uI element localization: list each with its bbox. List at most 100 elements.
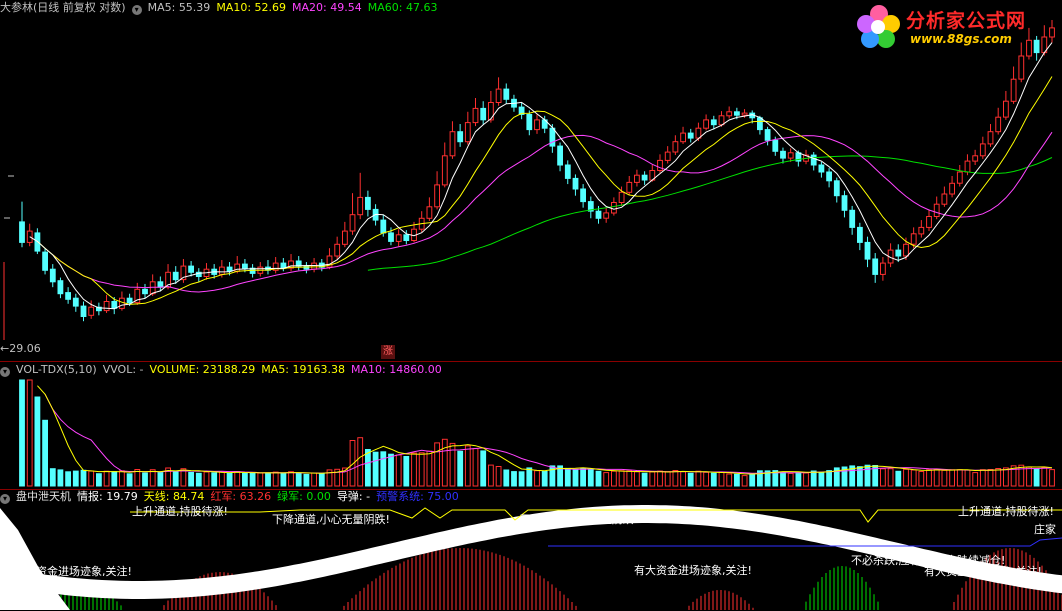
volume-bar — [57, 469, 64, 487]
ma5-label: MA5: — [147, 1, 176, 14]
candle-body — [956, 171, 963, 184]
flower-logo-icon — [857, 5, 900, 48]
price-header: 大参林(日线 前复权 对数) ▾ MA5: 55.39 MA10: 52.69 MA20… — [0, 1, 443, 15]
candle-body — [19, 221, 25, 243]
candle-body — [857, 226, 863, 243]
candle-body — [142, 288, 148, 295]
yujing-readout: 预警系统: 75.00 — [376, 490, 459, 503]
volume-bar — [649, 471, 656, 487]
volume-bar — [695, 470, 702, 487]
candle-body — [703, 119, 710, 129]
candle-body — [103, 301, 110, 312]
candle-body — [388, 232, 394, 242]
low-price-value: 29.06 — [9, 342, 41, 355]
volume-bar — [718, 471, 725, 487]
candle-body — [441, 155, 448, 186]
annotation-zhuangjia: 庄家 — [1034, 523, 1056, 536]
vol-ma5-readout: MA5: 19163.38 — [261, 363, 345, 376]
volume-bar — [1003, 467, 1009, 487]
logo-title: 分析家公式网 — [906, 10, 1027, 32]
volume-bar — [280, 472, 287, 487]
volume-bar — [434, 442, 441, 487]
candle-body — [787, 152, 794, 159]
volume-bar — [818, 471, 825, 487]
annotation-big-money: 有大资金进场迹象,关注! — [14, 565, 132, 578]
volume-bar — [19, 379, 25, 487]
volume-bar — [34, 396, 41, 487]
volume-bar — [464, 445, 471, 487]
vol-ma5-line — [37, 385, 1053, 475]
candle-body — [126, 297, 133, 304]
lvjun-label: 绿军: — [277, 490, 303, 503]
candlestick-chart[interactable] — [0, 0, 1062, 361]
candle-body — [564, 164, 571, 179]
indicator-title: 盘中泄天机 — [16, 490, 71, 503]
volume-bar — [1026, 466, 1032, 487]
volume-bar — [864, 464, 871, 487]
volume-bar — [1041, 467, 1048, 487]
candle-body — [657, 159, 663, 171]
limit-up-badge: 涨 — [381, 345, 395, 359]
candle-body — [833, 180, 840, 197]
ma20-line — [52, 131, 1053, 293]
candle-body — [219, 266, 225, 275]
ma60-line — [367, 155, 1053, 271]
volume-bar — [979, 469, 986, 487]
volume-bar — [226, 472, 233, 487]
volume-bar — [395, 454, 402, 487]
vol-ma10-readout: MA10: 14860.00 — [351, 363, 442, 376]
volume-bar — [618, 470, 625, 487]
candle-body — [933, 203, 940, 217]
volume-bar — [88, 470, 95, 487]
annotation-big-money: 有大资金进场迹象,关注! — [634, 564, 752, 577]
volume-bar — [234, 471, 241, 487]
candle-body — [464, 122, 471, 143]
ma5-readout: MA5: 55.39 — [148, 1, 211, 14]
candle-body — [818, 164, 825, 173]
volume-bar — [72, 470, 79, 487]
candle-body — [457, 131, 464, 143]
candle-body — [380, 219, 387, 234]
volume-bar — [357, 437, 364, 487]
volume-bar — [541, 471, 548, 487]
candle-body — [1003, 100, 1009, 118]
candle-body — [710, 119, 717, 126]
chevron-down-icon[interactable]: ▾ — [0, 494, 10, 504]
qingbao-value: 19.79 — [106, 490, 138, 503]
candle-body — [495, 88, 502, 103]
volume-bar — [534, 470, 540, 487]
volume-bar — [887, 468, 894, 487]
candle-body — [65, 292, 71, 300]
indicator-panel[interactable]: ▾ 盘中泄天机 情报: 19.79 天线: 84.74 红军: 63.26 绿军: 0.0… — [0, 489, 1062, 611]
candle-body — [472, 107, 479, 124]
volume-bar — [933, 468, 940, 487]
candle-body — [926, 216, 932, 228]
volume-bar — [242, 472, 248, 487]
volume-panel[interactable]: ▾ VOL-TDX(5,10) VVOL: - VOLUME: 23188.29 MA5… — [0, 361, 1062, 489]
volume-bar — [810, 470, 817, 487]
volume-chart[interactable] — [0, 362, 1062, 489]
candle-body — [618, 191, 625, 204]
candle-body — [480, 107, 487, 121]
annotation-downtrend: 下降通道,小心无量阴跌! — [520, 513, 638, 526]
candle-body — [526, 114, 533, 131]
candle-body — [841, 195, 848, 211]
vol-title: VOL-TDX(5,10) — [16, 363, 97, 376]
volume-bar — [710, 472, 717, 487]
chevron-down-icon[interactable]: ▾ — [0, 367, 10, 377]
candle-body — [111, 301, 118, 309]
volume-bar — [380, 451, 387, 487]
candle-body — [395, 234, 402, 242]
candle-body — [849, 209, 856, 228]
indicator-header: ▾ 盘中泄天机 情报: 19.79 天线: 84.74 红军: 63.26 绿军: 0.0… — [0, 490, 465, 504]
volume-bar — [365, 449, 371, 487]
volume-bar — [972, 472, 979, 487]
chevron-down-icon[interactable]: ▾ — [131, 5, 142, 15]
volume-bar — [795, 471, 802, 487]
qingbao-label: 情报: — [77, 490, 103, 503]
candle-body — [995, 116, 1002, 133]
volume-bar — [956, 469, 963, 487]
price-chart-panel[interactable]: 大参林(日线 前复权 对数) ▾ MA5: 55.39 MA10: 52.69 MA20… — [0, 0, 1062, 361]
volume-bar — [49, 468, 56, 487]
volume-bar — [80, 469, 87, 487]
